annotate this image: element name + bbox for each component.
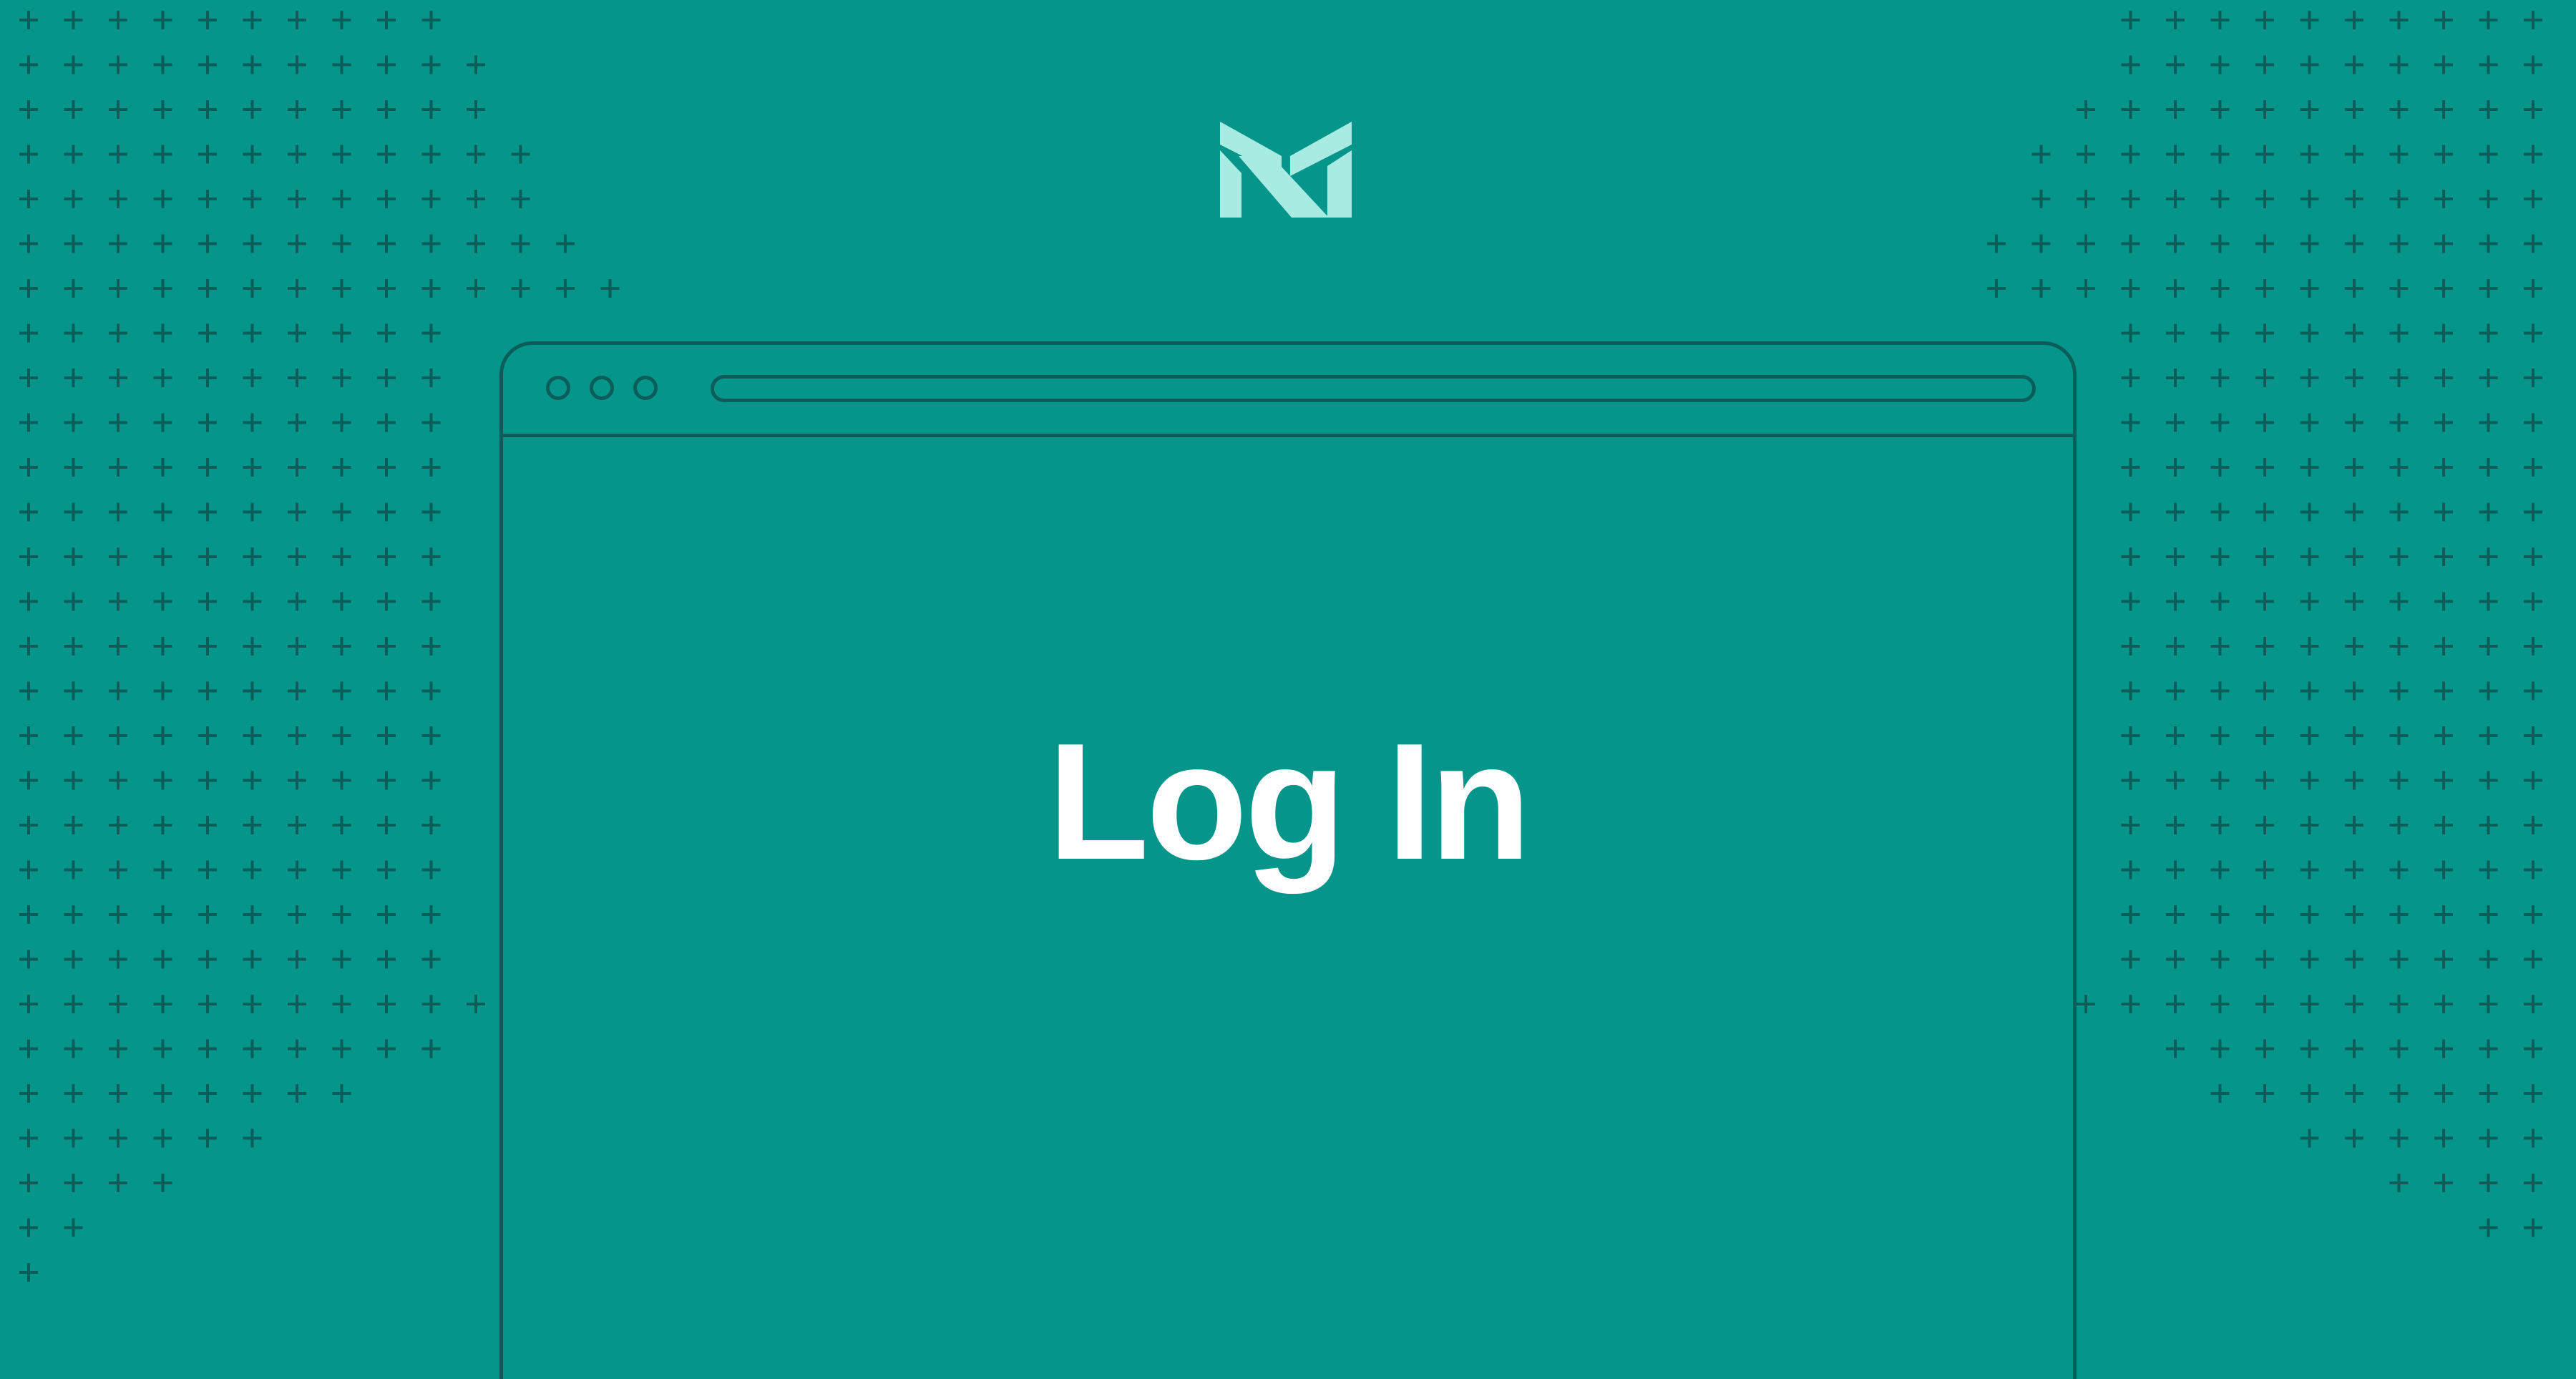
address-bar	[711, 375, 2036, 402]
m-logo-icon	[1220, 122, 1352, 218]
browser-toolbar	[503, 345, 2073, 437]
logo	[1220, 122, 1352, 218]
page-title: Log In	[1048, 709, 1531, 895]
window-dot-icon	[633, 376, 658, 400]
window-dot-icon	[590, 376, 614, 400]
window-dot-icon	[546, 376, 570, 400]
